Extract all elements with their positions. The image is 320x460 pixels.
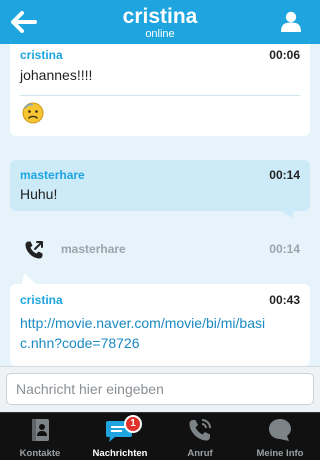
- tab-messages[interactable]: 1 Nachrichten: [80, 413, 160, 460]
- message-bubble: cristina 00:06 johannes!!!!: [10, 44, 310, 136]
- call-time: 00:14: [269, 242, 300, 256]
- message-time: 00:06: [269, 48, 300, 62]
- call-name: masterhare: [61, 242, 126, 256]
- message-sender: cristina: [20, 293, 63, 307]
- tab-contacts[interactable]: Kontakte: [0, 413, 80, 460]
- tab-my-info[interactable]: Meine Info: [240, 413, 320, 460]
- tab-bar: Kontakte 1 Nachrichten Anruf Meine Info: [0, 412, 320, 460]
- composer-bar: [0, 366, 320, 412]
- message-sender: masterhare: [20, 168, 85, 182]
- tab-label: Kontakte: [19, 448, 61, 459]
- contacts-book-icon: [32, 419, 49, 441]
- contact-name: cristina: [122, 5, 198, 28]
- tab-label: Anruf: [187, 448, 213, 459]
- message-list[interactable]: cristina 00:06 johannes!!!! masterhare 0…: [0, 44, 320, 366]
- phone-icon: [189, 419, 211, 441]
- person-icon[interactable]: [280, 10, 302, 32]
- divider: [20, 95, 300, 96]
- speech-bubble-icon: [269, 419, 291, 441]
- outgoing-call-icon: [25, 241, 43, 259]
- message-link[interactable]: http://movie.naver.com/movie/bi/mi/basic…: [20, 313, 270, 353]
- message-time: 00:43: [269, 293, 300, 307]
- tab-label: Nachrichten: [92, 448, 148, 459]
- message-bubble: masterhare 00:14 Huhu!: [10, 160, 310, 211]
- call-notice: masterhare 00:14: [10, 231, 310, 267]
- worried-face-emoji: [22, 102, 44, 124]
- bubble-tail: [22, 273, 36, 284]
- message-bubble: cristina 00:43 http://movie.naver.com/mo…: [10, 284, 310, 366]
- tab-call[interactable]: Anruf: [160, 413, 240, 460]
- app-header: cristina online: [0, 0, 320, 44]
- unread-badge: 1: [124, 415, 142, 433]
- message-text: johannes!!!!: [20, 67, 93, 83]
- tab-label: Meine Info: [256, 448, 304, 459]
- message-text: Huhu!: [20, 186, 58, 202]
- bubble-tail: [280, 210, 294, 218]
- message-time: 00:14: [269, 168, 300, 182]
- contact-status: online: [145, 28, 175, 40]
- message-input[interactable]: [6, 373, 314, 405]
- message-sender: cristina: [20, 48, 63, 62]
